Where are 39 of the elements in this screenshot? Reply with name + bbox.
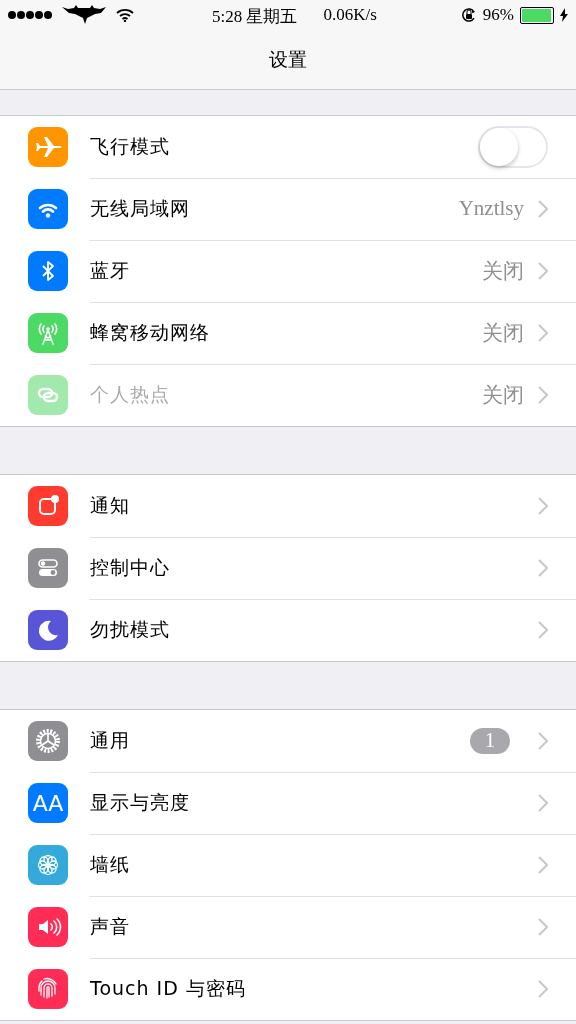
chevron-icon: [538, 261, 548, 280]
row-label[interactable]: 通知: [90, 492, 524, 519]
status-time: 5:28 星期五: [212, 6, 298, 28]
network-speed: 0.06K/s: [323, 5, 377, 26]
row-label[interactable]: 显示与亮度: [90, 789, 524, 816]
chevron-icon: [538, 386, 548, 404]
battery-icon: [520, 6, 554, 24]
toggle-switch[interactable]: [478, 125, 548, 168]
bat-icon: [62, 5, 106, 25]
chevron-icon: [538, 496, 548, 515]
row-label[interactable]: 声音: [90, 913, 524, 940]
chevron-icon: [538, 980, 548, 998]
row-label[interactable]: 蓝牙: [90, 257, 468, 284]
battery-percent: 96%: [482, 5, 514, 25]
chevron-icon: [538, 323, 548, 342]
row-value: 关闭: [482, 382, 524, 409]
row-label[interactable]: Touch ID 与密码: [90, 976, 524, 1002]
row-label[interactable]: 蜂窝移动网络: [90, 319, 468, 346]
row-value: 关闭: [482, 319, 524, 347]
chevron-icon: [538, 793, 548, 812]
count-badge: 1: [470, 727, 510, 754]
text-size-icon: AA: [28, 783, 68, 823]
chevron-icon: [538, 917, 548, 936]
row-label[interactable]: 通用: [90, 727, 456, 754]
chevron-icon: [538, 855, 548, 874]
chevron-icon: [538, 731, 548, 750]
row-value: 关闭: [482, 257, 524, 285]
signal-icon: [8, 10, 52, 20]
chevron-icon: [538, 558, 548, 577]
wifi-icon: [116, 8, 134, 22]
row-value: Ynztlsy: [458, 196, 524, 221]
chevron-icon: [538, 199, 548, 218]
row-label[interactable]: 无线局域网: [90, 195, 445, 222]
nav-title: 设置: [269, 46, 307, 72]
row-label[interactable]: 飞行模式: [90, 133, 464, 160]
row-label[interactable]: 控制中心: [90, 554, 524, 581]
row-label[interactable]: 勿扰模式: [90, 617, 524, 643]
row-label[interactable]: 墙纸: [90, 851, 524, 878]
chevron-icon: [538, 621, 548, 639]
